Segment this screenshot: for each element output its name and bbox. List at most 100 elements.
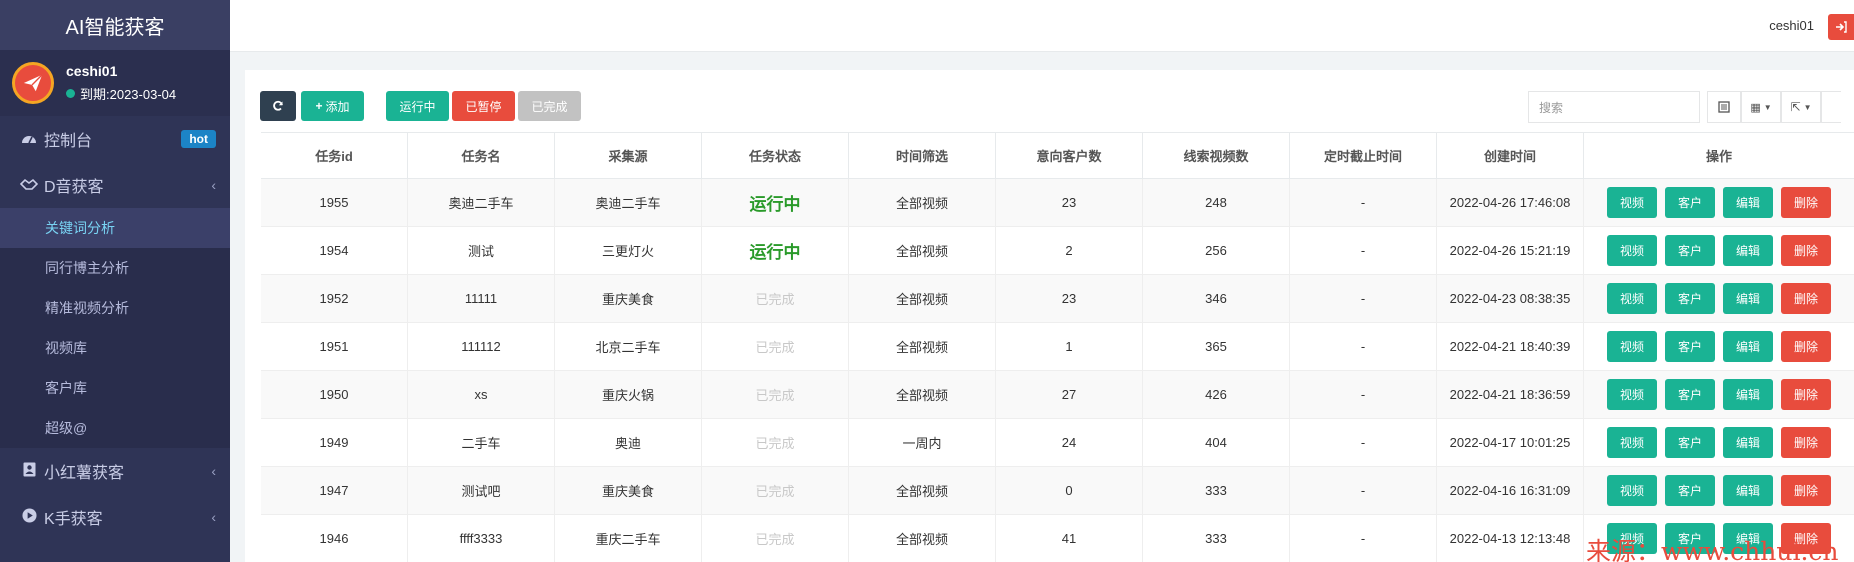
client-count-cell: 2 bbox=[996, 227, 1143, 274]
client-button[interactable]: 客户 bbox=[1665, 379, 1715, 410]
export-button[interactable]: ⇱ ▼ bbox=[1781, 91, 1821, 123]
user-name: ceshi01 bbox=[66, 63, 118, 79]
sidebar-item-kuaishou[interactable]: K手获客 ‹ bbox=[0, 494, 230, 540]
task-status-cell: 已完成 bbox=[702, 371, 849, 418]
client-count-cell: 41 bbox=[996, 515, 1143, 562]
sidebar-sub-keyword-analysis[interactable]: 关键词分析 bbox=[0, 208, 230, 248]
table-row: 1954 测试 三更灯火 运行中 全部视频 2 256 - 2022-04-26 15:21:1… bbox=[261, 227, 1854, 275]
col-header-clients[interactable]: 意向客户数 bbox=[996, 133, 1143, 178]
edit-button[interactable]: 编辑 bbox=[1723, 235, 1773, 266]
client-button[interactable]: 客户 bbox=[1665, 283, 1715, 314]
export-icon: ⇱ bbox=[1790, 100, 1801, 114]
filter-done-button[interactable]: 已完成 bbox=[518, 91, 581, 121]
col-header-status[interactable]: 任务状态 bbox=[702, 133, 849, 178]
client-count-cell-text: 23 bbox=[1061, 291, 1077, 306]
table-header-row: 任务id 任务名 采集源 任务状态 时间筛选 意向客户数 线索视频数 定时截止时… bbox=[261, 133, 1854, 179]
task-source-cell-text: 重庆美食 bbox=[601, 292, 654, 307]
task-source-cell: 奥迪二手车 bbox=[555, 179, 702, 226]
video-button[interactable]: 视频 bbox=[1607, 187, 1657, 218]
delete-button[interactable]: 删除 bbox=[1781, 427, 1831, 458]
sidebar-item-xiaohongshu[interactable]: 小红薯获客 ‹ bbox=[0, 448, 230, 494]
created-time-cell-text: 2022-04-21 18:36:59 bbox=[1449, 387, 1571, 402]
time-filter-cell: 一周内 bbox=[849, 419, 996, 466]
col-header-created[interactable]: 创建时间 bbox=[1437, 133, 1584, 178]
filter-paused-button[interactable]: 已暂停 bbox=[452, 91, 515, 121]
client-button[interactable]: 客户 bbox=[1665, 187, 1715, 218]
edit-button[interactable]: 编辑 bbox=[1723, 283, 1773, 314]
created-time-cell: 2022-04-21 18:40:39 bbox=[1437, 323, 1584, 370]
video-count-cell-text: 248 bbox=[1205, 195, 1227, 210]
client-button[interactable]: 客户 bbox=[1665, 475, 1715, 506]
video-button[interactable]: 视频 bbox=[1607, 475, 1657, 506]
delete-button[interactable]: 删除 bbox=[1781, 379, 1831, 410]
col-header-source[interactable]: 采集源 bbox=[555, 133, 702, 178]
table-row: 1947 测试吧 重庆美食 已完成 全部视频 0 333 - 2022-04-16 16:31:… bbox=[261, 467, 1854, 515]
edit-button[interactable]: 编辑 bbox=[1723, 331, 1773, 362]
time-filter-cell-text: 全部视频 bbox=[895, 244, 948, 259]
refresh-button[interactable] bbox=[260, 91, 296, 121]
sidebar-item-douyin[interactable]: D音获客 ‹ bbox=[0, 162, 230, 208]
hot-badge: hot bbox=[181, 130, 216, 148]
sidebar-sub-precise-video[interactable]: 精准视频分析 bbox=[0, 288, 230, 328]
top-user-name[interactable]: ceshi01 bbox=[1769, 18, 1814, 33]
video-count-cell-text: 346 bbox=[1205, 291, 1227, 306]
sidebar-sub-super-at[interactable]: 超级@ bbox=[0, 408, 230, 448]
time-filter-cell-text: 全部视频 bbox=[895, 484, 948, 499]
sidebar-sub-video-library[interactable]: 视频库 bbox=[0, 328, 230, 368]
delete-button[interactable]: 删除 bbox=[1781, 283, 1831, 314]
delete-button[interactable]: 删除 bbox=[1781, 235, 1831, 266]
video-button[interactable]: 视频 bbox=[1607, 379, 1657, 410]
col-header-time-filter[interactable]: 时间筛选 bbox=[849, 133, 996, 178]
sidebar: AI智能获客 ceshi01 到期:2023-03-04 控制台 hot D音获… bbox=[0, 0, 230, 562]
dashboard-icon bbox=[20, 131, 38, 148]
task-name-cell-text: 11111 bbox=[464, 291, 498, 306]
col-header-videos[interactable]: 线索视频数 bbox=[1143, 133, 1290, 178]
deadline-cell: - bbox=[1290, 371, 1437, 418]
logout-button[interactable] bbox=[1828, 14, 1854, 40]
sidebar-item-dashboard[interactable]: 控制台 hot bbox=[0, 116, 230, 162]
search-input[interactable]: 搜索 bbox=[1528, 91, 1700, 123]
created-time-cell-text: 2022-04-23 08:38:35 bbox=[1449, 291, 1571, 306]
edit-button[interactable]: 编辑 bbox=[1723, 187, 1773, 218]
video-button[interactable]: 视频 bbox=[1607, 235, 1657, 266]
toggle-view-button[interactable] bbox=[1707, 91, 1741, 123]
task-status-cell-text: 运行中 bbox=[749, 195, 801, 214]
video-count-cell: 404 bbox=[1143, 419, 1290, 466]
task-source-cell-text: 奥迪 bbox=[614, 436, 641, 451]
client-button[interactable]: 客户 bbox=[1665, 331, 1715, 362]
avatar[interactable] bbox=[12, 62, 54, 104]
col-header-name[interactable]: 任务名 bbox=[408, 133, 555, 178]
col-header-id[interactable]: 任务id bbox=[261, 133, 408, 178]
filter-running-button[interactable]: 运行中 bbox=[386, 91, 449, 121]
handshake-icon bbox=[19, 177, 39, 193]
columns-button[interactable]: ▦ ▼ bbox=[1741, 91, 1781, 123]
video-button[interactable]: 视频 bbox=[1607, 427, 1657, 458]
delete-button[interactable]: 删除 bbox=[1781, 187, 1831, 218]
client-button[interactable]: 客户 bbox=[1665, 427, 1715, 458]
col-header-deadline[interactable]: 定时截止时间 bbox=[1290, 133, 1437, 178]
delete-button[interactable]: 删除 bbox=[1781, 331, 1831, 362]
delete-button[interactable]: 删除 bbox=[1781, 475, 1831, 506]
table-row: 1955 奥迪二手车 奥迪二手车 运行中 全部视频 23 248 - 2022-04-26 17… bbox=[261, 179, 1854, 227]
sidebar-sub-peer-blogger[interactable]: 同行博主分析 bbox=[0, 248, 230, 288]
task-source-cell-text: 重庆二手车 bbox=[595, 532, 661, 547]
video-count-cell: 248 bbox=[1143, 179, 1290, 226]
video-count-cell-text: 333 bbox=[1205, 483, 1227, 498]
video-button[interactable]: 视频 bbox=[1607, 331, 1657, 362]
task-id-cell: 1947 bbox=[261, 467, 408, 514]
sidebar-item-label: D音获客 bbox=[44, 179, 104, 196]
sidebar-sub-client-library[interactable]: 客户库 bbox=[0, 368, 230, 408]
task-id-cell-text: 1954 bbox=[319, 243, 349, 258]
add-button[interactable]: + 添加 bbox=[301, 91, 364, 121]
task-status-cell: 已完成 bbox=[702, 467, 849, 514]
edit-button[interactable]: 编辑 bbox=[1723, 475, 1773, 506]
sidebar-menu: 控制台 hot D音获客 ‹ 关键词分析 同行博主分析 精准视频分析 视频库 客… bbox=[0, 116, 230, 562]
edit-button[interactable]: 编辑 bbox=[1723, 427, 1773, 458]
video-count-cell-text: 333 bbox=[1205, 531, 1227, 546]
client-button[interactable]: 客户 bbox=[1665, 235, 1715, 266]
video-button[interactable]: 视频 bbox=[1607, 283, 1657, 314]
more-tools-button[interactable] bbox=[1821, 91, 1841, 123]
table-row: 1950 xs 重庆火锅 已完成 全部视频 27 426 - 2022-04-21 18:36:… bbox=[261, 371, 1854, 419]
task-source-cell-text: 重庆美食 bbox=[601, 484, 654, 499]
edit-button[interactable]: 编辑 bbox=[1723, 379, 1773, 410]
